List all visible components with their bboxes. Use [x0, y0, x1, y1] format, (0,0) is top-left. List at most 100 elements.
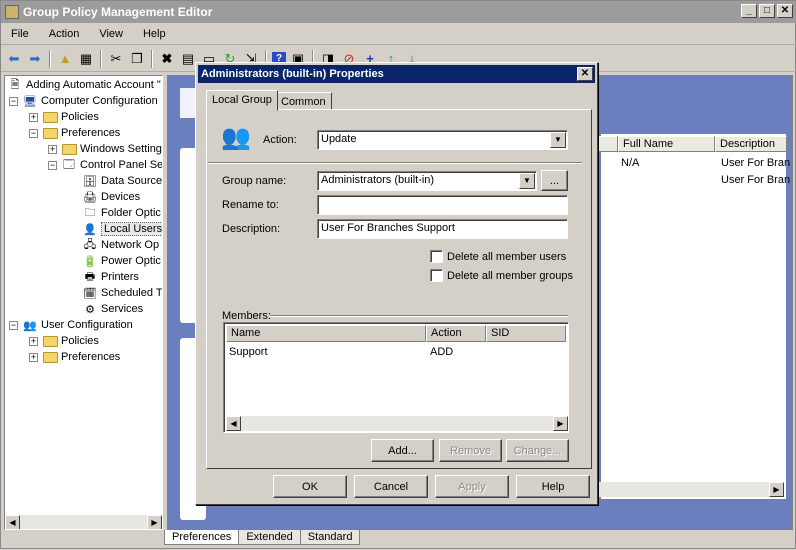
column-header-hidden[interactable] — [598, 136, 618, 152]
tab-preferences[interactable]: Preferences — [164, 530, 240, 545]
scroll-left-icon[interactable]: ◀ — [5, 515, 20, 529]
show-hide-tree-icon[interactable]: ▦ — [77, 50, 95, 68]
tree-item-computer-config[interactable]: − 🖥 Computer Configuration — [9, 93, 158, 109]
column-name[interactable]: Name — [226, 325, 426, 342]
description-field[interactable]: User For Branches Support — [317, 219, 568, 239]
rename-field[interactable] — [317, 195, 568, 215]
back-icon[interactable]: ⬅ — [5, 50, 23, 68]
details-list-header: Full Name Description — [598, 136, 787, 152]
apply-button[interactable]: Apply — [435, 475, 509, 498]
chevron-down-icon[interactable]: ▼ — [550, 132, 566, 148]
expand-icon[interactable]: + — [29, 352, 38, 362]
tree-item-user-preferences[interactable]: + Preferences — [29, 349, 120, 365]
minimize-button[interactable]: _ — [741, 4, 757, 18]
menu-action[interactable]: Action — [39, 28, 90, 40]
members-list: Name Action SID Support ADD ◀ ▶ — [223, 322, 569, 433]
app-icon — [5, 5, 19, 19]
tree-item-folder-options[interactable]: 🗀 Folder Optic — [82, 205, 161, 221]
collapse-icon[interactable]: − — [9, 96, 18, 106]
menu-help[interactable]: Help — [133, 28, 176, 40]
tree-item-scheduled-tasks[interactable]: 🗓 Scheduled T — [82, 285, 162, 301]
tab-common[interactable]: Common — [275, 92, 332, 110]
cut-icon[interactable]: ✂ — [107, 50, 125, 68]
tree-item-user-config[interactable]: − 👥 User Configuration — [9, 317, 133, 333]
tree-hscrollbar[interactable]: ◀ ▶ — [5, 515, 162, 529]
power-icon: 🔋 — [83, 255, 97, 268]
collapse-icon[interactable]: − — [29, 128, 38, 138]
cancel-button[interactable]: Cancel — [354, 475, 428, 498]
tree-item-control-panel[interactable]: − 🗔 Control Panel Se — [48, 157, 162, 173]
tab-standard[interactable]: Standard — [299, 530, 361, 545]
menu-file[interactable]: File — [1, 28, 39, 40]
help-button[interactable]: Help — [516, 475, 590, 498]
expand-icon[interactable]: + — [48, 144, 57, 154]
scroll-right-icon[interactable]: ▶ — [147, 515, 162, 529]
column-full-name[interactable]: Full Name — [618, 136, 715, 152]
tree-item-root[interactable]: 🗎 Adding Automatic Account " — [7, 77, 161, 93]
folder-icon — [42, 334, 58, 348]
menu-bar: File Action View Help — [1, 23, 796, 45]
member-row[interactable]: Support ADD — [229, 344, 453, 360]
dialog-title-bar: Administrators (built-in) Properties ✕ — [198, 65, 595, 83]
action-label: Action: — [263, 134, 297, 146]
tree-item-policies[interactable]: + Policies — [29, 109, 99, 125]
devices-icon: 🖨 — [83, 191, 97, 204]
chevron-down-icon[interactable]: ▼ — [519, 173, 535, 189]
expand-icon[interactable]: + — [29, 336, 38, 346]
details-hscrollbar[interactable]: ▶ — [599, 482, 784, 497]
up-folder-icon[interactable]: ▲ — [56, 50, 74, 68]
services-icon: ⚙ — [85, 303, 95, 316]
console-tree: 🗎 Adding Automatic Account " − 🖥 Computer C… — [4, 75, 163, 530]
maximize-button[interactable]: □ — [759, 4, 775, 18]
group-name-field[interactable]: Administrators (built-in) ▼ — [317, 171, 537, 191]
expand-icon[interactable]: + — [29, 112, 38, 122]
change-button[interactable]: Change... — [506, 439, 569, 462]
close-button[interactable]: ✕ — [777, 4, 793, 18]
menu-view[interactable]: View — [89, 28, 133, 40]
column-sid[interactable]: SID — [486, 325, 566, 342]
tree-item-data-sources[interactable]: 🗄 Data Source — [82, 173, 162, 189]
ok-button[interactable]: OK — [273, 475, 347, 498]
forward-icon[interactable]: ➡ — [26, 50, 44, 68]
remove-button[interactable]: Remove — [439, 439, 502, 462]
tree-item-printers[interactable]: 🖶 Printers — [82, 269, 139, 285]
group-name-label: Group name: — [222, 175, 287, 187]
details-row[interactable]: User For Bran — [721, 172, 790, 188]
add-button[interactable]: Add... — [371, 439, 434, 462]
collapse-icon[interactable]: − — [9, 320, 18, 330]
tab-local-group[interactable]: Local Group — [206, 90, 278, 111]
dialog-close-icon[interactable]: ✕ — [577, 67, 593, 81]
delete-users-checkbox[interactable] — [430, 250, 443, 263]
users-group-icon: 👥 — [221, 124, 251, 151]
delete-groups-checkbox[interactable] — [430, 269, 443, 282]
column-action[interactable]: Action — [426, 325, 486, 342]
tree-item-network-options[interactable]: 🖧 Network Op — [82, 237, 159, 253]
folder-options-icon: 🗀 — [84, 206, 96, 219]
folder-icon — [61, 142, 77, 156]
browse-button[interactable]: ... — [541, 170, 568, 191]
scroll-right-icon[interactable]: ▶ — [553, 416, 568, 431]
copy-icon[interactable]: ❐ — [128, 50, 146, 68]
tree-item-services[interactable]: ⚙ Services — [82, 301, 143, 317]
computer-icon: 🖥 — [23, 95, 37, 108]
delete-icon[interactable]: ✖ — [158, 50, 176, 68]
members-hscrollbar[interactable]: ◀ ▶ — [226, 416, 568, 431]
collapse-icon[interactable]: − — [48, 160, 57, 170]
scroll-left-icon[interactable]: ◀ — [226, 416, 241, 431]
details-row[interactable]: N/A User For Bran — [621, 155, 790, 171]
title-bar: Group Policy Management Editor _ □ ✕ — [1, 1, 796, 23]
data-source-icon: 🗄 — [83, 175, 97, 188]
printer-icon: 🖶 — [84, 270, 96, 283]
tree-item-preferences[interactable]: − Preferences — [29, 125, 120, 141]
separator — [208, 162, 582, 164]
properties-dialog: Administrators (built-in) Properties ✕ L… — [195, 62, 598, 505]
folder-icon — [42, 110, 58, 124]
control-panel-icon: 🗔 — [63, 158, 75, 171]
scroll-right-icon[interactable]: ▶ — [769, 482, 784, 497]
column-description[interactable]: Description — [715, 136, 787, 152]
dialog-title: Administrators (built-in) Properties — [201, 68, 384, 80]
action-dropdown[interactable]: Update ▼ — [317, 130, 568, 150]
tab-extended[interactable]: Extended — [238, 530, 301, 545]
tree-item-user-policies[interactable]: + Policies — [29, 333, 99, 349]
action-value: Update — [321, 133, 357, 145]
